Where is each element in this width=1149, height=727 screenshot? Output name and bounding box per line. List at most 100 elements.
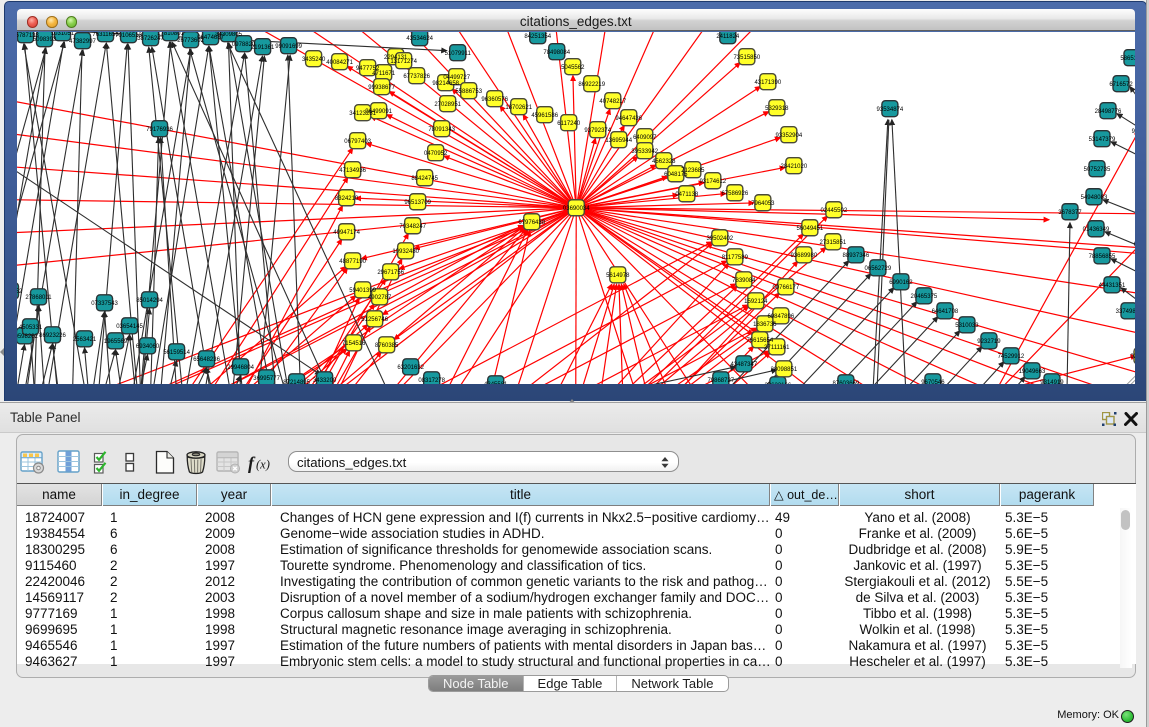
- svg-text:01436349: 01436349: [1082, 226, 1109, 232]
- svg-text:96120183: 96120183: [1131, 128, 1135, 134]
- svg-text:78091343: 78091343: [428, 126, 455, 132]
- svg-text:70348247: 70348247: [399, 223, 426, 229]
- svg-text:3433200: 3433200: [312, 378, 336, 384]
- svg-text:63201632: 63201632: [397, 365, 424, 371]
- svg-text:9232719: 9232719: [977, 339, 1001, 345]
- svg-text:08317278: 08317278: [418, 378, 445, 384]
- svg-text:06562729: 06562729: [864, 265, 891, 271]
- svg-text:28098851: 28098851: [770, 367, 797, 373]
- svg-text:67976438: 67976438: [518, 219, 545, 225]
- svg-text:27868011: 27868011: [25, 294, 52, 300]
- svg-text:88937346: 88937346: [842, 252, 869, 258]
- svg-text:1640052: 1640052: [17, 288, 23, 294]
- svg-text:93352904: 93352904: [775, 132, 802, 138]
- svg-text:59401399: 59401399: [349, 287, 376, 293]
- svg-text:85014294: 85014294: [136, 297, 163, 303]
- svg-text:f: f: [248, 453, 256, 473]
- svg-text:56049451: 56049451: [796, 225, 823, 231]
- svg-text:06797403: 06797403: [344, 138, 371, 144]
- svg-text:93792374: 93792374: [584, 127, 611, 133]
- svg-text:8324210: 8324210: [334, 195, 358, 201]
- svg-text:18702621: 18702621: [505, 104, 532, 110]
- svg-text:13695944: 13695944: [605, 137, 632, 143]
- svg-text:43534624: 43534624: [406, 35, 433, 41]
- svg-text:23623166: 23623166: [764, 383, 791, 384]
- svg-text:6048175: 6048175: [664, 171, 688, 177]
- svg-text:07337543: 07337543: [91, 300, 118, 306]
- svg-text:53147379: 53147379: [1088, 136, 1115, 142]
- svg-text:1836736: 1836736: [753, 322, 777, 328]
- svg-text:19049663: 19049663: [1018, 369, 1045, 375]
- svg-text:84251354: 84251354: [524, 33, 551, 39]
- svg-text:99091699: 99091699: [275, 43, 302, 49]
- svg-text:6409097: 6409097: [633, 134, 657, 140]
- svg-text:4902787: 4902787: [367, 294, 391, 300]
- svg-text:76615654: 76615654: [746, 338, 773, 344]
- svg-text:86923226: 86923226: [39, 333, 66, 339]
- svg-text:34309805: 34309805: [215, 32, 242, 38]
- svg-text:5045562: 5045562: [561, 64, 585, 70]
- svg-text:3678377: 3678377: [1058, 209, 1082, 215]
- svg-text:9670546: 9670546: [921, 380, 945, 384]
- svg-text:2191361: 2191361: [250, 44, 274, 50]
- svg-text:78498084: 78498084: [543, 49, 570, 55]
- svg-text:73515850: 73515850: [733, 54, 760, 60]
- svg-text:27315851: 27315851: [819, 239, 846, 245]
- svg-text:49947174: 49947174: [333, 229, 360, 235]
- svg-text:87214895: 87214895: [283, 380, 310, 384]
- svg-text:5329318: 5329318: [765, 105, 789, 111]
- svg-text:5614978: 5614978: [606, 272, 630, 278]
- svg-text:2411824: 2411824: [716, 33, 740, 39]
- svg-text:40084271: 40084271: [326, 59, 353, 65]
- svg-text:00766177: 00766177: [772, 284, 799, 290]
- svg-text:28421020: 28421020: [780, 163, 807, 169]
- svg-text:55886753: 55886753: [455, 88, 482, 94]
- svg-text:4505331: 4505331: [18, 325, 42, 331]
- svg-text:67586926: 67586926: [721, 190, 748, 196]
- svg-text:7839084: 7839084: [732, 277, 756, 283]
- svg-text:2563421: 2563421: [72, 337, 96, 343]
- svg-text:5098393: 5098393: [32, 36, 56, 42]
- svg-text:0471138: 0471138: [675, 191, 699, 197]
- svg-text:99938677: 99938677: [368, 84, 395, 90]
- svg-text:96360576: 96360576: [481, 96, 508, 102]
- svg-text:96513709: 96513709: [404, 199, 431, 205]
- svg-text:39502402: 39502402: [706, 235, 733, 241]
- svg-text:56159514: 56159514: [163, 350, 190, 356]
- svg-text:87603669: 87603669: [832, 381, 859, 384]
- svg-text:27111161: 27111161: [764, 345, 790, 351]
- svg-text:5865185: 5865185: [1120, 55, 1135, 61]
- svg-text:0229014: 0229014: [1130, 354, 1135, 360]
- svg-text:6934060: 6934060: [135, 344, 159, 350]
- svg-text:29946804: 29946804: [227, 365, 254, 371]
- svg-text:7964053: 7964053: [751, 200, 775, 206]
- svg-text:6990162: 6990162: [889, 279, 913, 285]
- svg-text:20465375: 20465375: [910, 293, 937, 299]
- svg-text:27028951: 27028951: [434, 101, 461, 107]
- svg-text:80598262: 80598262: [17, 334, 39, 340]
- svg-text:4711671: 4711671: [372, 70, 396, 76]
- svg-text:51256746: 51256746: [361, 317, 388, 323]
- svg-text:50752735: 50752735: [1083, 166, 1110, 172]
- svg-text:03690034: 03690034: [562, 205, 589, 211]
- svg-text:79868727: 79868727: [707, 378, 734, 384]
- svg-text:9314919: 9314919: [1040, 380, 1064, 384]
- svg-text:33749894: 33749894: [1115, 308, 1135, 314]
- svg-text:45961586: 45961586: [531, 112, 558, 118]
- svg-text:79176936: 79176936: [146, 126, 173, 132]
- svg-text:98214658: 98214658: [432, 80, 459, 86]
- svg-text:6117240: 6117240: [557, 120, 581, 126]
- svg-text:67737826: 67737826: [403, 73, 430, 79]
- svg-text:86922219: 86922219: [578, 81, 605, 87]
- svg-text:1965569: 1965569: [103, 339, 127, 345]
- svg-text:44431351: 44431351: [1098, 282, 1125, 288]
- svg-text:78856855: 78856855: [1088, 253, 1115, 259]
- svg-text:5310033: 5310033: [955, 323, 979, 329]
- svg-text:94647436: 94647436: [615, 115, 642, 121]
- svg-text:93534874: 93534874: [876, 106, 903, 112]
- svg-text:03654145: 03654145: [116, 324, 143, 330]
- svg-text:02445502: 02445502: [820, 207, 847, 213]
- svg-text:17810801: 17810801: [157, 32, 184, 37]
- svg-text:40748217: 40748217: [599, 98, 626, 104]
- svg-text:64641708: 64641708: [931, 308, 958, 314]
